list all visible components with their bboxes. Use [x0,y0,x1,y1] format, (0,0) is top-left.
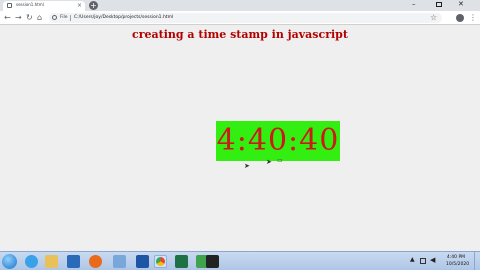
folder-icon[interactable] [45,255,58,268]
volume-icon[interactable]: ◀ [430,256,435,264]
forward-icon[interactable]: → [15,12,22,24]
info-icon[interactable] [52,15,57,20]
excel-icon[interactable] [175,255,188,268]
media-player-icon[interactable] [67,255,80,268]
clock-display: 4:40:40 [216,121,340,161]
start-orb-icon[interactable] [2,254,17,269]
menu-icon[interactable]: ⋮ [469,12,477,24]
cursor-trail-icon: ▭ [277,157,283,164]
file-label: File [60,15,68,20]
maximize-icon[interactable] [436,2,442,7]
url-divider [70,15,71,21]
clock-tray[interactable]: 4:40 PM 10/5/2020 [446,254,470,268]
terminal-icon[interactable] [206,255,219,268]
browser-tab[interactable]: session1.html × [3,1,85,11]
home-icon[interactable]: ⌂ [37,12,42,24]
tab-title: session1.html [16,2,44,7]
profile-avatar-icon[interactable] [456,14,464,22]
ie-icon[interactable] [25,255,38,268]
word-icon[interactable] [136,255,149,268]
tray-date: 10/5/2020 [446,262,470,267]
tab-strip: session1.html × + – ✕ [0,0,480,11]
notepad-icon[interactable] [113,255,126,268]
show-desktop-button[interactable] [474,252,480,270]
browser-toolbar: ← → ↻ ⌂ File C:/Users/joy/Desktop/projec… [0,11,480,25]
page-heading: creating a time stamp in javascript [132,28,348,41]
taskbar: ▲ ◀ 4:40 PM 10/5/2020 [0,251,480,270]
tray-expand-icon[interactable]: ▲ [410,256,415,263]
reload-icon[interactable]: ↻ [26,12,33,24]
back-icon[interactable]: ← [4,12,11,24]
chrome-icon[interactable] [154,255,167,268]
firefox-icon[interactable] [89,255,102,268]
tray-time: 4:40 PM [446,255,466,260]
network-icon[interactable] [420,258,426,264]
mouse-cursor-icon: ➤ [244,162,250,170]
page-icon [7,3,12,8]
new-tab-button[interactable]: + [89,1,98,10]
clock-time: 4:40:40 [216,123,340,158]
minimize-icon[interactable]: – [412,0,416,9]
url-text[interactable]: C:/Users/joy/Desktop/projects/session1.h… [74,15,173,20]
mouse-cursor-icon: ➤ [266,158,272,166]
address-bar[interactable]: File C:/Users/joy/Desktop/projects/sessi… [49,13,442,23]
bookmark-star-icon[interactable]: ☆ [430,13,437,23]
close-tab-icon[interactable]: × [77,1,82,10]
close-window-icon[interactable]: ✕ [458,0,464,9]
